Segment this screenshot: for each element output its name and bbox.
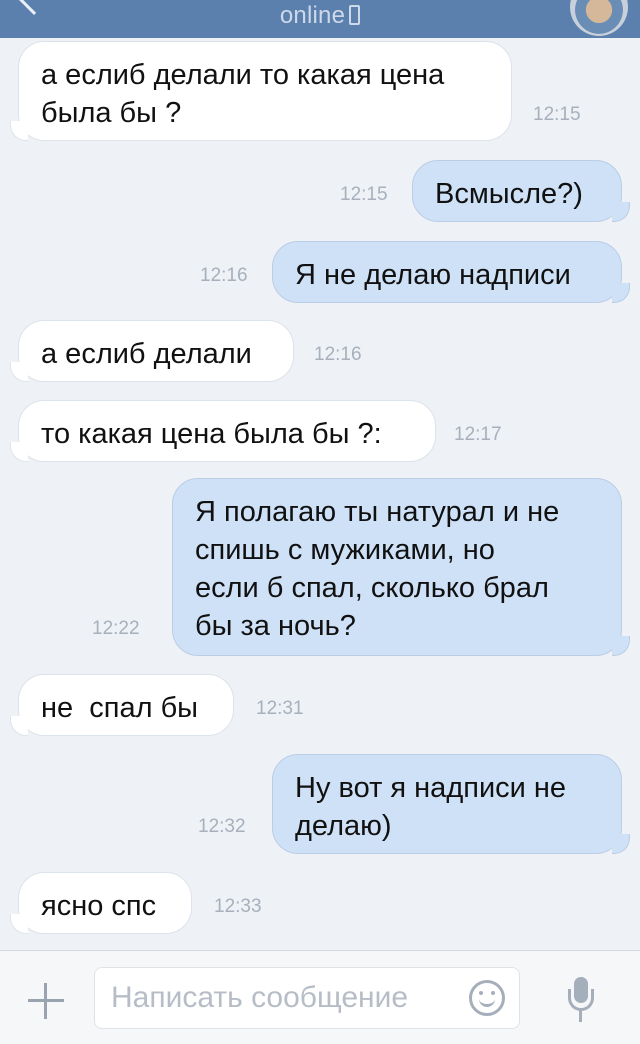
message-time: 12:32 bbox=[198, 816, 246, 837]
microphone-icon[interactable] bbox=[566, 977, 596, 1025]
bubble-tail bbox=[10, 914, 28, 934]
message-bubble: не спал бы bbox=[18, 674, 234, 736]
message-bubble: а еслиб делали bbox=[18, 320, 294, 382]
message-bubble: ясно спс bbox=[18, 872, 192, 934]
message-time: 12:15 bbox=[533, 104, 581, 125]
bubble-tail bbox=[10, 121, 28, 141]
microphone-icon-arc bbox=[568, 989, 594, 1011]
bubble-tail bbox=[612, 834, 630, 854]
message-time: 12:17 bbox=[454, 424, 502, 445]
microphone-icon-stem bbox=[579, 1010, 582, 1022]
plus-icon[interactable] bbox=[28, 983, 64, 1019]
message-bubble: Я полагаю ты натурал и не спишь с мужика… bbox=[172, 478, 622, 656]
chat-header: online bbox=[0, 0, 640, 38]
bubble-tail bbox=[10, 716, 28, 736]
smiley-icon[interactable] bbox=[469, 980, 505, 1016]
avatar[interactable] bbox=[570, 0, 628, 36]
message-list[interactable]: а еслиб делали то какая цена была бы ? 1… bbox=[0, 38, 640, 950]
status-text: online bbox=[279, 2, 346, 29]
message-time: 12:31 bbox=[256, 698, 304, 719]
message-input[interactable]: Написать сообщение bbox=[94, 967, 520, 1029]
message-bubble: то какая цена была бы ?: bbox=[18, 400, 436, 462]
bubble-tail bbox=[612, 636, 630, 656]
message-bubble: Всмысле?) bbox=[412, 160, 622, 222]
composer-bar: Написать сообщение bbox=[0, 950, 640, 1044]
bubble-tail bbox=[612, 202, 630, 222]
message-time: 12:16 bbox=[314, 344, 362, 365]
bubble-tail bbox=[10, 442, 28, 462]
bubble-tail bbox=[612, 283, 630, 303]
message-time: 12:22 bbox=[92, 618, 140, 639]
message-time: 12:16 bbox=[200, 265, 248, 286]
message-bubble: Я не делаю надписи bbox=[272, 241, 622, 303]
mobile-device-icon bbox=[349, 5, 361, 25]
message-time: 12:15 bbox=[340, 184, 388, 205]
message-input-placeholder: Написать сообщение bbox=[111, 981, 409, 1014]
bubble-tail bbox=[10, 362, 28, 382]
contact-status: online bbox=[0, 2, 640, 30]
message-bubble: а еслиб делали то какая цена была бы ? bbox=[18, 41, 512, 141]
message-time: 12:33 bbox=[214, 896, 262, 917]
message-bubble: Ну вот я надписи не делаю) bbox=[272, 754, 622, 854]
